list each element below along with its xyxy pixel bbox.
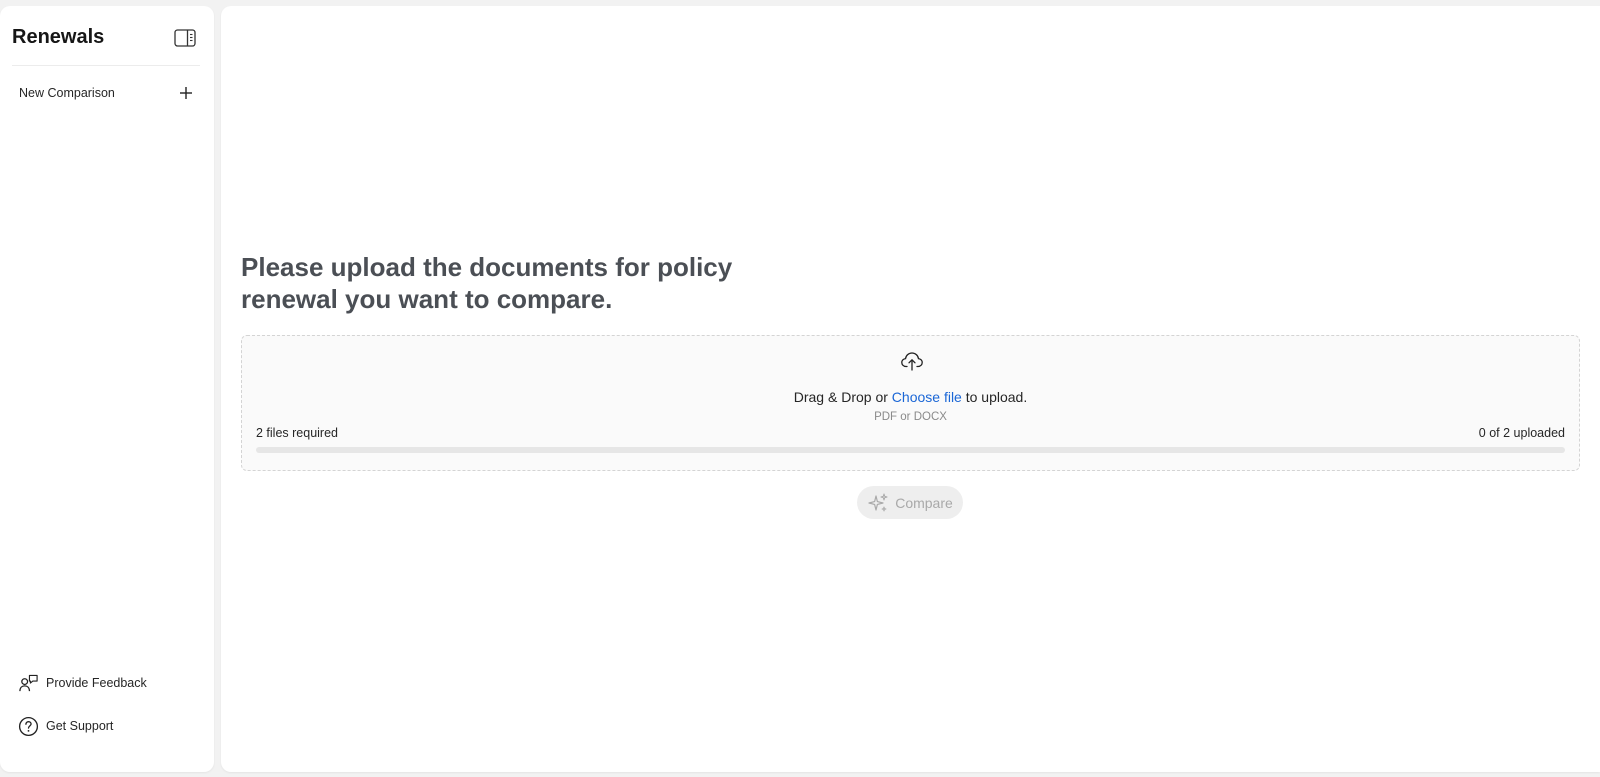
main-panel: Please upload the documents for policy r… — [221, 6, 1600, 772]
feedback-icon — [19, 674, 38, 691]
compare-button-label: Compare — [895, 494, 953, 511]
page-title: Please upload the documents for policy r… — [241, 252, 733, 314]
new-comparison-label: New Comparison — [19, 86, 115, 100]
sidebar-toggle-button[interactable] — [174, 28, 196, 48]
provide-feedback-button[interactable]: Provide Feedback — [18, 669, 198, 697]
dropzone-suffix: to upload. — [961, 389, 1028, 405]
sidebar-toggle-icon — [174, 29, 196, 47]
get-support-label: Get Support — [46, 719, 114, 733]
provide-feedback-label: Provide Feedback — [46, 676, 147, 690]
help-circle-icon — [18, 716, 39, 736]
cloud-upload-icon — [901, 352, 923, 371]
upload-progress-bar — [256, 447, 1565, 453]
sidebar-header: Renewals — [12, 20, 200, 66]
get-support-button[interactable]: Get Support — [18, 712, 198, 740]
sidebar: Renewals New Comparison Provide Feedback… — [0, 6, 214, 772]
plus-icon — [180, 87, 192, 99]
new-comparison-button[interactable]: New Comparison — [12, 76, 200, 110]
accepted-formats: PDF or DOCX — [874, 411, 947, 423]
choose-file-link[interactable]: Choose file — [892, 389, 962, 405]
sparkles-icon — [868, 493, 888, 511]
app-root: Renewals New Comparison Provide Feedback… — [0, 0, 1600, 777]
dropzone-prefix: Drag & Drop or — [793, 389, 892, 405]
dropzone-instructions: Drag & Drop or Choose file to upload. — [242, 389, 1579, 405]
upload-count-label: 0 of 2 uploaded — [1478, 426, 1565, 440]
files-required-label: 2 files required — [256, 426, 338, 440]
file-dropzone[interactable]: Drag & Drop or Choose file to upload. PD… — [241, 335, 1580, 471]
compare-button[interactable]: Compare — [857, 486, 963, 519]
sidebar-title: Renewals — [12, 26, 105, 48]
